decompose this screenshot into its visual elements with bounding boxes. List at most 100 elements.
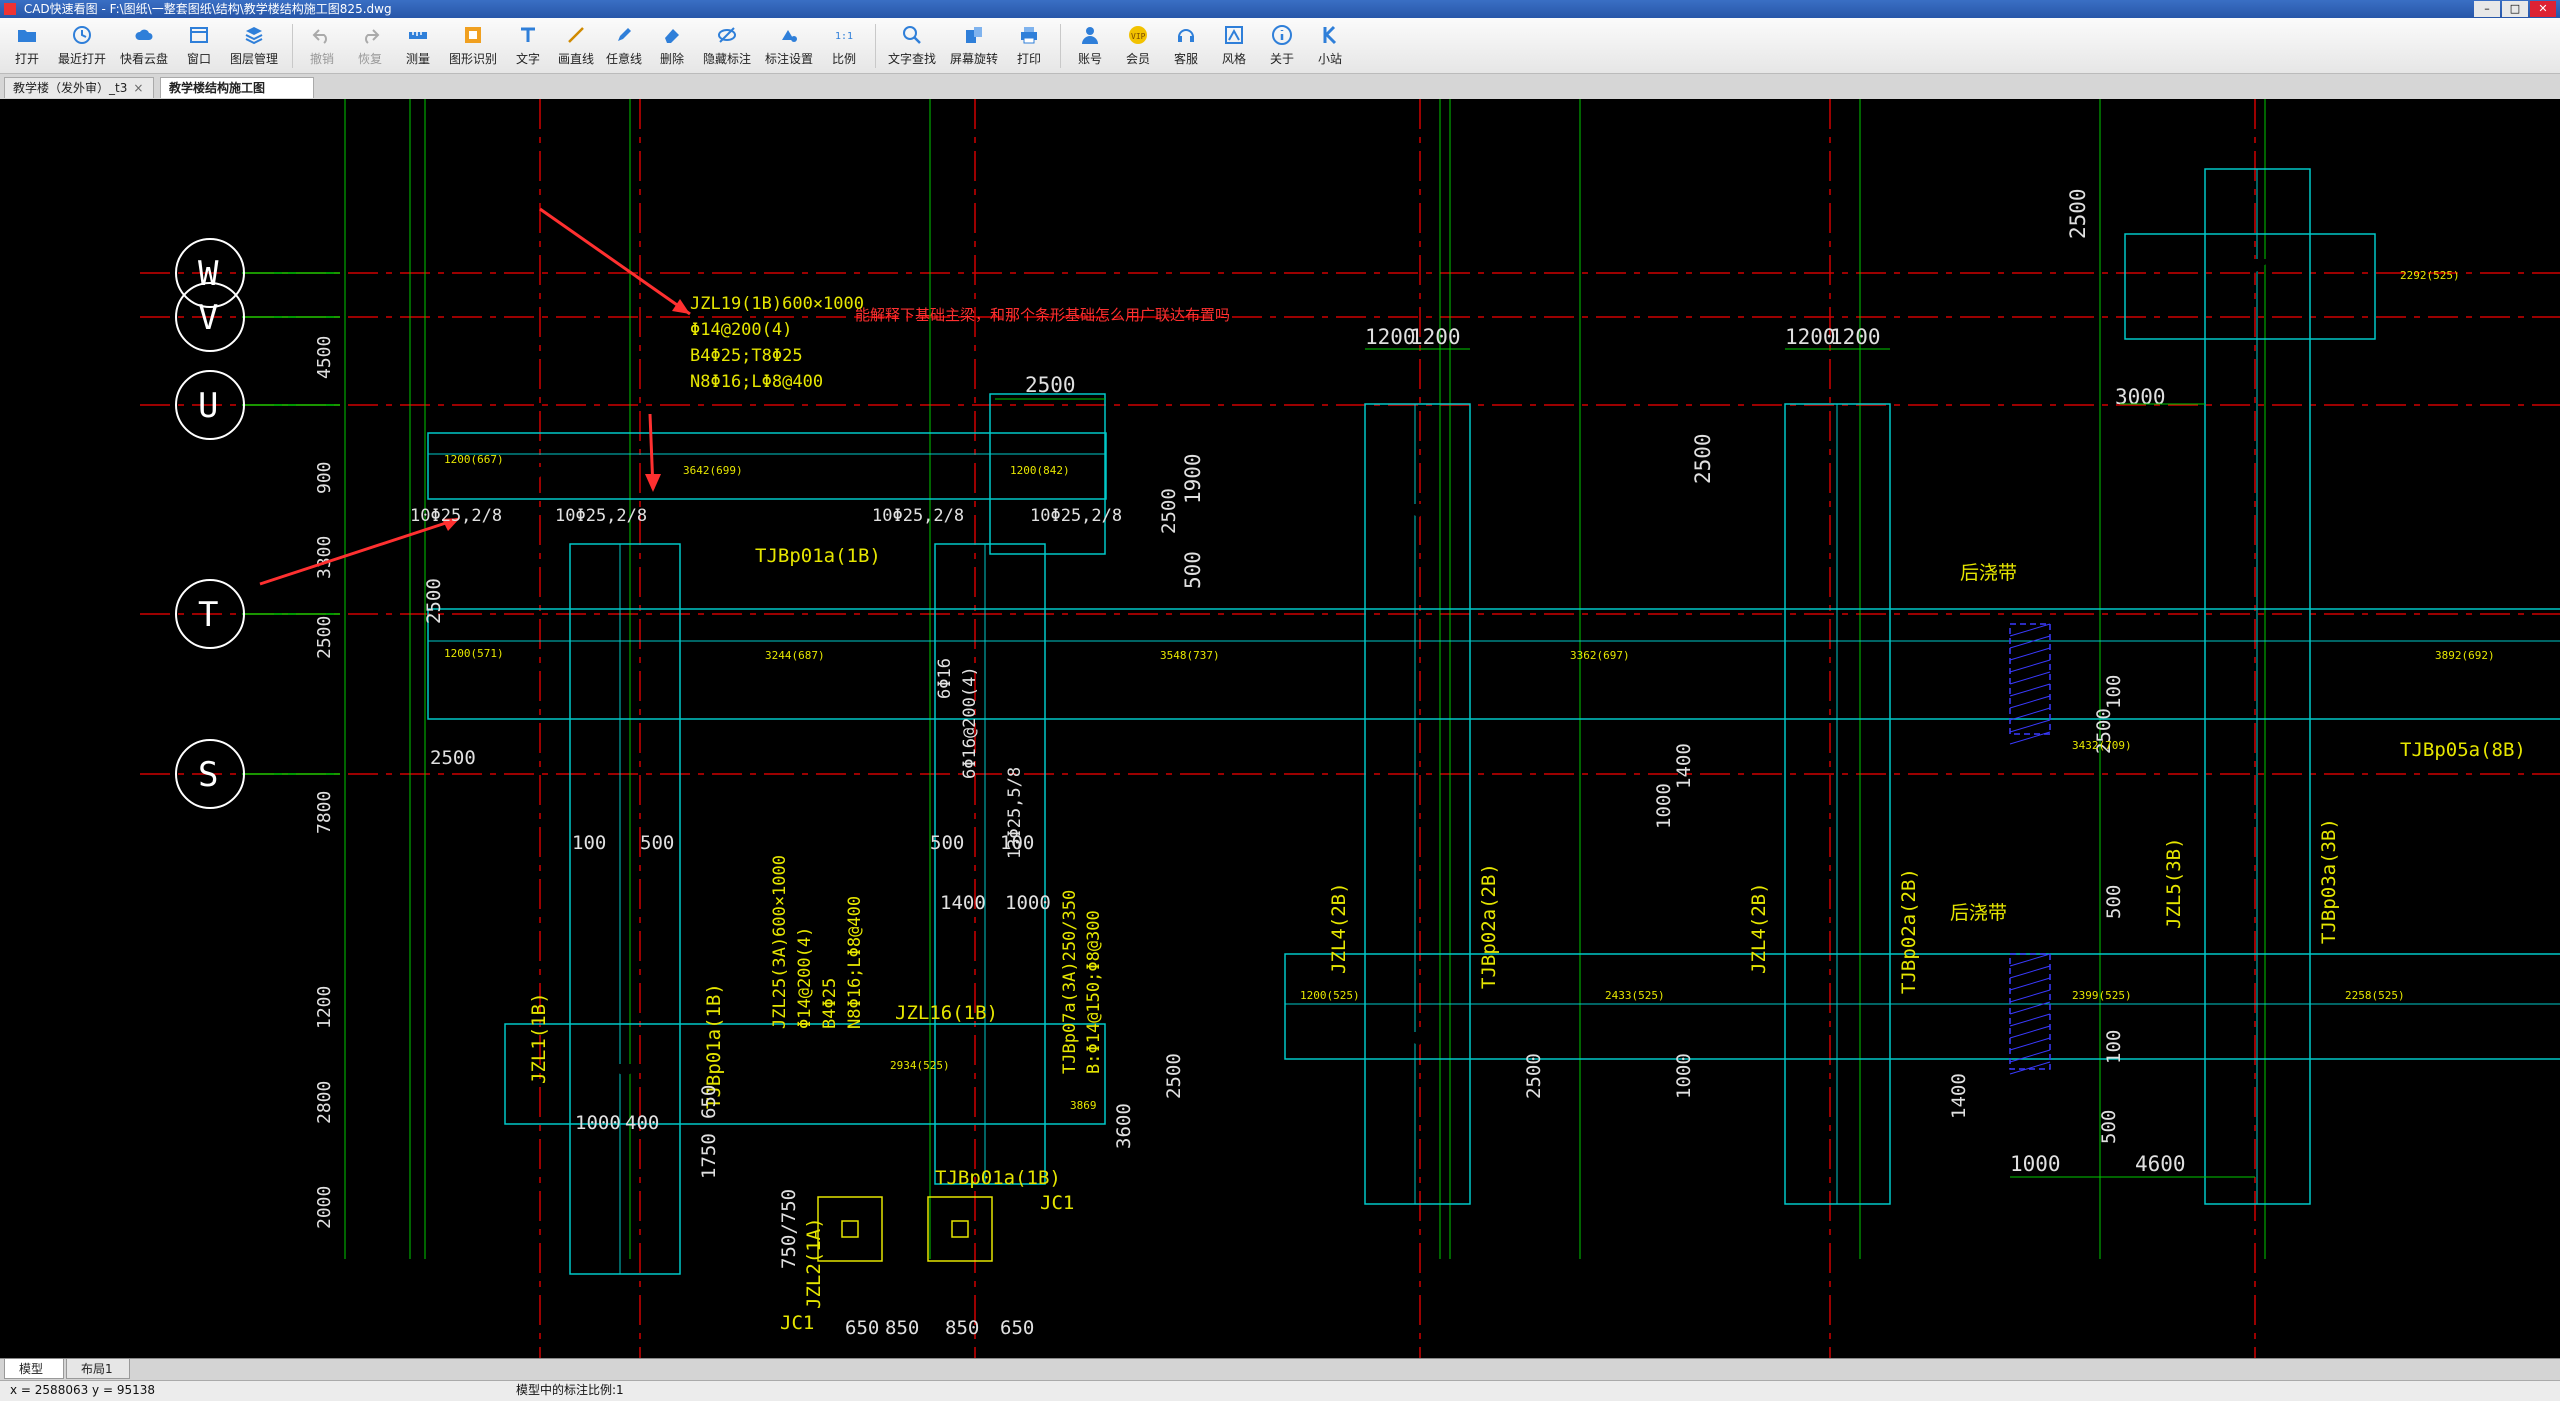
post-pour-hatch	[2009, 1049, 2051, 1063]
tab-label: 模型	[19, 1362, 44, 1376]
toolbar-account-button[interactable]: 账号	[1067, 18, 1113, 72]
toolbar-undo-button[interactable]: 撤销	[299, 18, 345, 72]
toolbar-button-label: 恢复	[357, 52, 382, 66]
beam-col-3	[1364, 403, 1471, 1205]
toolbar-window-button[interactable]: 窗口	[176, 18, 222, 72]
rebar-label: 6Φ16	[935, 658, 955, 699]
left-dimension: 4500	[314, 336, 335, 379]
tab-document-2[interactable]: 教学楼结构施工图825×	[160, 77, 314, 116]
dimension-value: 1000	[1673, 1053, 1695, 1099]
footing-column	[951, 1220, 969, 1238]
top-dimension: 1900	[1181, 453, 1205, 504]
toolbar-freeline-button[interactable]: 任意线	[601, 18, 647, 72]
beam-tag-label: JC1	[1040, 1192, 1074, 1214]
level-mark-text: 2258(525)	[2345, 989, 2405, 1002]
toolbar-button-label: 账号	[1077, 52, 1102, 66]
dimension-value: 100	[2103, 1030, 2125, 1064]
dimension-value: 1750	[698, 1133, 720, 1179]
toolbar-style-button[interactable]: 风格	[1211, 18, 1257, 72]
post-pour-hatch	[2009, 1061, 2051, 1075]
toolbar-rotate-button[interactable]: 屏幕旋转	[944, 18, 1004, 72]
toolbar-vip-button[interactable]: VIP 会员	[1115, 18, 1161, 72]
maximize-button[interactable]: □	[2502, 1, 2528, 17]
toolbar-service-button[interactable]: 客服	[1163, 18, 1209, 72]
toolbar-text-button[interactable]: 文字	[505, 18, 551, 72]
dimension-value: 2500	[1158, 488, 1180, 534]
toolbar-button-label: 图形识别	[448, 52, 497, 66]
post-pour-hatch	[2009, 707, 2051, 721]
beam-spec-jzl19: JZL19(1B)600×1000	[690, 294, 864, 314]
cad-drawing[interactable]: WV U T S 4500 900 3300 2500 7800 1200 2800 2000 能解释下…	[0, 99, 2560, 1358]
dimension-value: 650	[1000, 1317, 1034, 1339]
dimension-value: 2500	[1163, 1053, 1185, 1099]
level-mark-text: 3642(699)	[683, 464, 743, 477]
toolbar-textsearch-button[interactable]: 文字查找	[882, 18, 942, 72]
window-icon	[190, 27, 208, 43]
level-mark-text: 1200(571)	[444, 647, 504, 660]
tab-close-icon[interactable]: ×	[133, 81, 143, 95]
toolbar-about-button[interactable]: 关于	[1259, 18, 1305, 72]
toolbar-button-label: 删除	[659, 52, 684, 66]
section-arrow-icon	[1401, 504, 1435, 518]
undo-icon	[312, 29, 327, 44]
level-mark-text: 3244(687)	[765, 649, 825, 662]
toolbar-button-label: 隐藏标注	[702, 52, 751, 66]
tab-document-1[interactable]: 教学楼（发外审）_t3 ×	[4, 77, 154, 98]
toolbar-cloud-button[interactable]: 快看云盘	[114, 18, 174, 72]
ruler-icon	[409, 32, 427, 39]
beam-outline-T-left	[504, 1023, 1106, 1125]
toolbar-open-button[interactable]: 打开	[4, 18, 50, 72]
toolbar-layers-button[interactable]: 图层管理	[224, 18, 284, 72]
toolbar-delete-button[interactable]: 删除	[649, 18, 695, 72]
toolbar-hidemark-button[interactable]: 隐藏标注	[697, 18, 757, 72]
toolbar-print-button[interactable]: 打印	[1006, 18, 1052, 72]
toolbar-scale-button[interactable]: 1:1 比例	[821, 18, 867, 72]
post-pour-hatch	[2009, 623, 2051, 637]
window-title: CAD快速看图 - F:\图纸\一整套图纸\结构\教学楼结构施工图825.dwg	[23, 2, 392, 16]
toolbar-button-label: 标注设置	[764, 52, 813, 66]
layers-icon	[245, 27, 263, 45]
close-button[interactable]: ✕	[2530, 1, 2556, 17]
beam-spec-jzl19: Φ14@200(4)	[690, 320, 792, 340]
level-mark-text: 2433(525)	[1605, 989, 1665, 1002]
toolbar-measure-button[interactable]: 测量	[395, 18, 441, 72]
footing-column	[841, 1220, 859, 1238]
top-dimension: 3000	[2115, 385, 2166, 409]
toolbar-mini-button[interactable]: 小站	[1307, 18, 1353, 72]
post-pour-hatch	[2009, 1037, 2051, 1051]
post-pour-hatch	[2009, 977, 2051, 991]
toolbar-marksettings-button[interactable]: 标注设置	[759, 18, 819, 72]
dimension-value: 100	[572, 832, 606, 854]
scale-icon: 1:1	[835, 31, 853, 42]
beam-spec-jzl25: Φ14@200(4)	[795, 927, 815, 1029]
toolbar-button-label: 比例	[831, 52, 856, 66]
red-arrow	[539, 207, 691, 316]
drawing-canvas[interactable]: W V U T S 4500 900 3300 2500 7800 1200 2800 2000 能解释下…	[0, 99, 2560, 1358]
dimension-value: 3600	[1113, 1103, 1135, 1149]
post-pour-hatch	[2009, 683, 2051, 697]
section-arrow-icon	[1401, 1032, 1435, 1046]
beam-spec-jzl19: N8Φ16;LΦ8@400	[690, 372, 823, 392]
top-dimension: 4600	[2135, 1152, 2186, 1176]
beam-spec-tjbp07: B:Φ14@150;Φ8@300	[1084, 910, 1104, 1074]
toolbar-recent-button[interactable]: 最近打开	[52, 18, 112, 72]
toolbar-line-button[interactable]: 画直线	[553, 18, 599, 72]
window-controls: – □ ✕	[2474, 0, 2556, 17]
left-dimension: 900	[314, 461, 335, 494]
minimize-button[interactable]: –	[2474, 1, 2500, 17]
title-bar: CAD快速看图 - F:\图纸\一整套图纸\结构\教学楼结构施工图825.dwg…	[0, 0, 2560, 18]
toolbar-separator	[292, 24, 293, 68]
isolated-footing-jc1	[817, 1196, 883, 1262]
toolbar-separator	[1060, 24, 1061, 68]
toolbar-button-label: 文字	[515, 52, 540, 66]
toolbar-redo-button[interactable]: 恢复	[347, 18, 393, 72]
toolbar-recognize-button[interactable]: 图形识别	[443, 18, 503, 72]
tab-model[interactable]: 模型	[4, 1359, 64, 1379]
section-arrow-icon	[2238, 259, 2272, 273]
level-mark-text: 2934(525)	[890, 1059, 950, 1072]
beam-outline-T-row	[1284, 953, 2560, 1060]
level-mark-text: 1200(842)	[1010, 464, 1070, 477]
tab-layout1[interactable]: 布局1	[66, 1359, 130, 1379]
top-dimension: 2500	[2066, 188, 2090, 239]
toolbar-button-label: 窗口	[186, 52, 211, 66]
